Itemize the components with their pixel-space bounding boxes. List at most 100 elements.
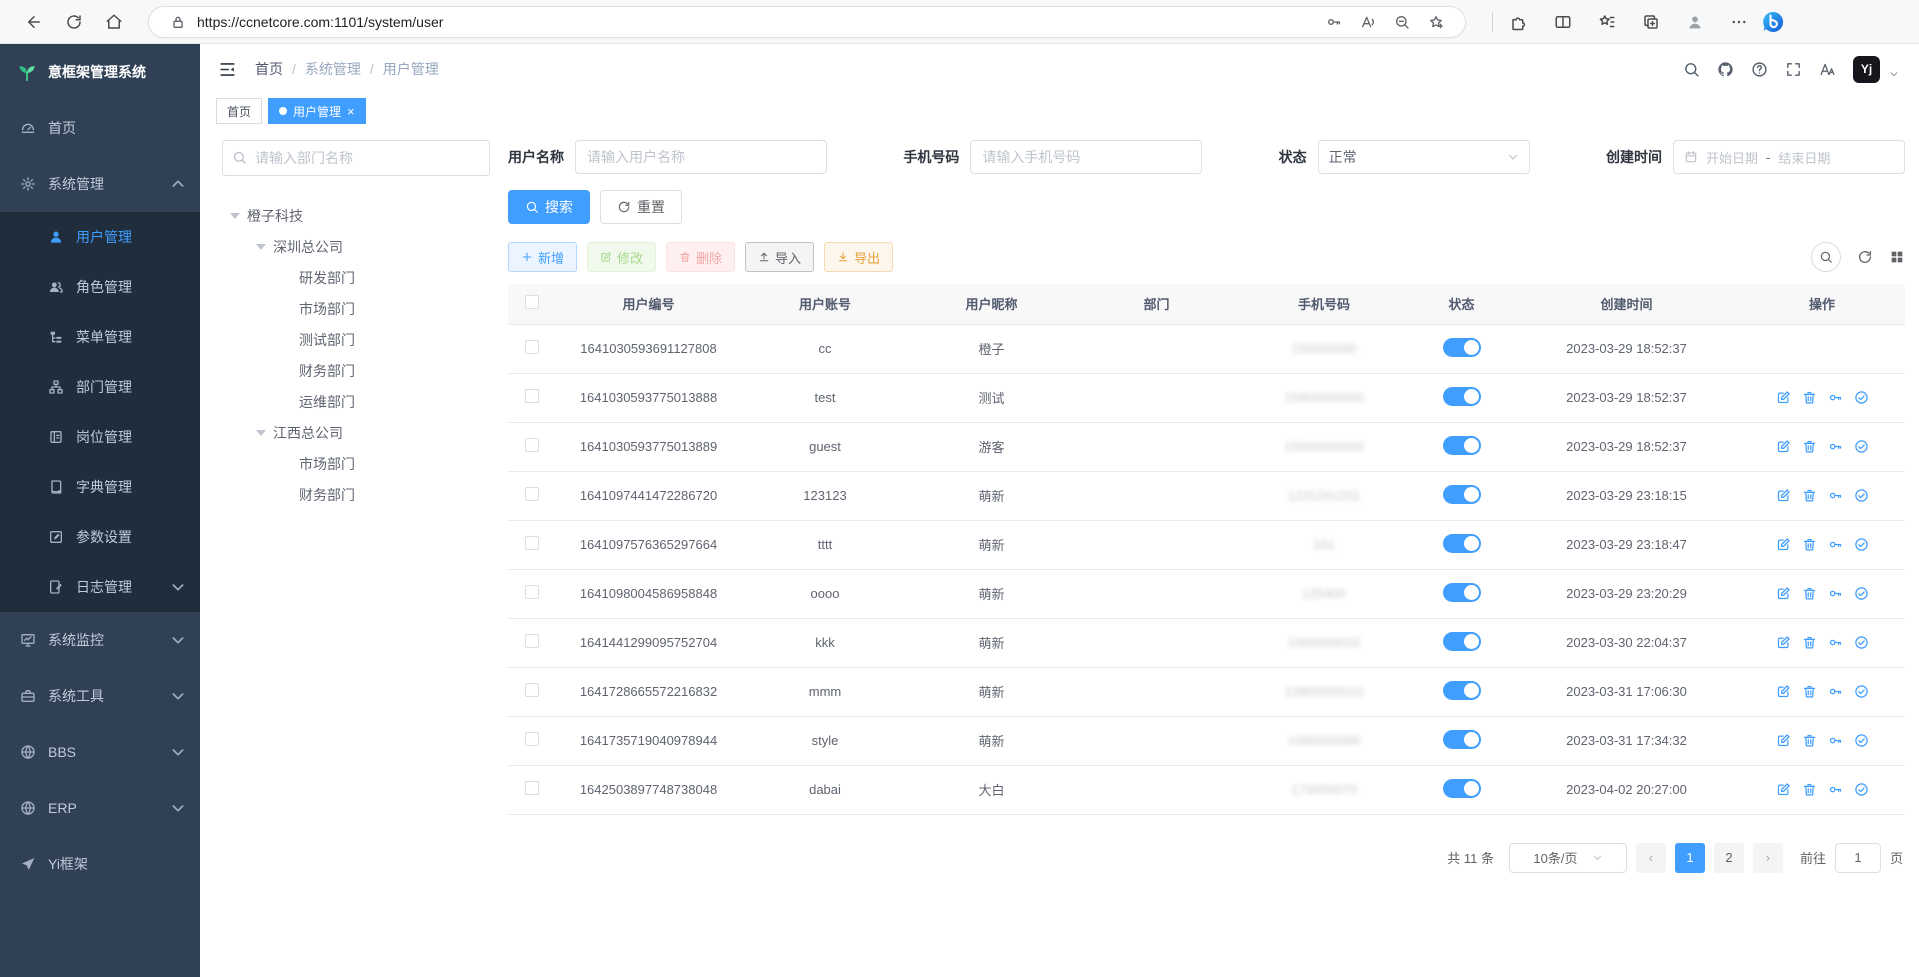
opdelete-icon[interactable] <box>1802 782 1817 797</box>
export-button[interactable]: 导出 <box>824 242 893 272</box>
tree-node[interactable]: 运维部门 <box>222 386 490 417</box>
opcheck-icon[interactable] <box>1854 537 1869 552</box>
sidebar-subitem[interactable]: 角色管理 <box>0 262 200 312</box>
sidebar-item[interactable]: Yi框架 <box>0 836 200 892</box>
extensions-icon[interactable] <box>1510 13 1528 31</box>
show-search-toggle[interactable] <box>1811 242 1841 272</box>
row-checkbox[interactable] <box>525 683 539 697</box>
status-toggle[interactable] <box>1443 485 1481 504</box>
opcheck-icon[interactable] <box>1854 439 1869 454</box>
delete-button[interactable]: 删除 <box>666 242 735 272</box>
opedit-icon[interactable] <box>1776 537 1791 552</box>
edit-button[interactable]: 修改 <box>587 242 656 272</box>
tree-node[interactable]: 橙子科技 <box>222 200 490 231</box>
status-toggle[interactable] <box>1443 681 1481 700</box>
breadcrumb-item[interactable]: 用户管理 <box>383 59 439 79</box>
sidebar-subitem[interactable]: 字典管理 <box>0 462 200 512</box>
opcheck-icon[interactable] <box>1854 586 1869 601</box>
fullscreen-icon[interactable] <box>1785 61 1802 78</box>
opcheck-icon[interactable] <box>1854 635 1869 650</box>
reset-button[interactable]: 重置 <box>600 190 682 224</box>
sidebar-item[interactable]: 首页 <box>0 100 200 156</box>
status-toggle[interactable] <box>1443 583 1481 602</box>
opcheck-icon[interactable] <box>1854 684 1869 699</box>
goto-page-input[interactable] <box>1835 843 1881 873</box>
sidebar-subitem[interactable]: 参数设置 <box>0 512 200 562</box>
github-icon[interactable] <box>1717 61 1734 78</box>
dept-search-input[interactable] <box>222 140 490 176</box>
row-checkbox[interactable] <box>525 634 539 648</box>
tree-expand-caret[interactable] <box>230 213 240 224</box>
row-checkbox[interactable] <box>525 585 539 599</box>
opdelete-icon[interactable] <box>1802 586 1817 601</box>
sidebar-subitem[interactable]: 日志管理 <box>0 562 200 612</box>
status-toggle[interactable] <box>1443 436 1481 455</box>
opcheck-icon[interactable] <box>1854 488 1869 503</box>
row-checkbox[interactable] <box>525 781 539 795</box>
opdelete-icon[interactable] <box>1802 488 1817 503</box>
row-checkbox[interactable] <box>525 389 539 403</box>
tree-node[interactable]: 研发部门 <box>222 262 490 293</box>
profile-avatar-icon[interactable] <box>1686 13 1704 31</box>
breadcrumb-item[interactable]: 首页 <box>255 59 283 79</box>
font-size-icon[interactable] <box>1819 61 1836 78</box>
tree-node[interactable]: 江西总公司 <box>222 417 490 448</box>
opedit-icon[interactable] <box>1776 390 1791 405</box>
breadcrumb-item[interactable]: 系统管理 <box>305 59 361 79</box>
row-checkbox[interactable] <box>525 487 539 501</box>
opdelete-icon[interactable] <box>1802 684 1817 699</box>
opedit-icon[interactable] <box>1776 439 1791 454</box>
tree-node[interactable]: 市场部门 <box>222 448 490 479</box>
status-select[interactable]: 正常 <box>1318 140 1530 174</box>
sidebar-item[interactable]: BBS <box>0 724 200 780</box>
add-favorite-icon[interactable] <box>1428 14 1444 30</box>
opkey-icon[interactable] <box>1828 586 1843 601</box>
opedit-icon[interactable] <box>1776 488 1791 503</box>
tab-close-icon[interactable]: × <box>347 105 355 118</box>
tab-item[interactable]: 首页 <box>216 98 262 124</box>
opkey-icon[interactable] <box>1828 537 1843 552</box>
opkey-icon[interactable] <box>1828 390 1843 405</box>
opkey-icon[interactable] <box>1828 635 1843 650</box>
import-button[interactable]: 导入 <box>745 242 814 272</box>
opdelete-icon[interactable] <box>1802 390 1817 405</box>
sidebar-item[interactable]: 系统监控 <box>0 612 200 668</box>
browser-back-icon[interactable] <box>25 13 43 31</box>
tree-node[interactable]: 财务部门 <box>222 355 490 386</box>
sidebar-subitem[interactable]: 部门管理 <box>0 362 200 412</box>
tree-expand-caret[interactable] <box>256 430 266 441</box>
status-toggle[interactable] <box>1443 534 1481 553</box>
opedit-icon[interactable] <box>1776 782 1791 797</box>
phone-input[interactable] <box>970 140 1202 174</box>
select-all-checkbox[interactable] <box>525 295 539 309</box>
tree-node[interactable]: 财务部门 <box>222 479 490 510</box>
row-checkbox[interactable] <box>525 732 539 746</box>
url-text[interactable]: https://ccnetcore.com:1101/system/user <box>197 14 443 30</box>
read-aloud-icon[interactable] <box>1360 14 1376 30</box>
opcheck-icon[interactable] <box>1854 390 1869 405</box>
opkey-icon[interactable] <box>1828 488 1843 503</box>
page-number-button[interactable]: 2 <box>1714 843 1744 873</box>
opedit-icon[interactable] <box>1776 635 1791 650</box>
zoom-out-icon[interactable] <box>1394 14 1410 30</box>
header-search-icon[interactable] <box>1683 61 1700 78</box>
copilot-icon[interactable] <box>1761 10 1785 34</box>
search-button[interactable]: 搜索 <box>508 190 590 224</box>
username-input[interactable] <box>575 140 827 174</box>
status-toggle[interactable] <box>1443 387 1481 406</box>
collections-icon[interactable] <box>1642 13 1660 31</box>
opdelete-icon[interactable] <box>1802 733 1817 748</box>
opedit-icon[interactable] <box>1776 684 1791 699</box>
page-size-select[interactable]: 10条/页 <box>1509 843 1627 873</box>
tree-expand-caret[interactable] <box>256 244 266 255</box>
opkey-icon[interactable] <box>1828 684 1843 699</box>
browser-refresh-icon[interactable] <box>65 13 83 31</box>
opkey-icon[interactable] <box>1828 439 1843 454</box>
opcheck-icon[interactable] <box>1854 782 1869 797</box>
tree-node[interactable]: 深圳总公司 <box>222 231 490 262</box>
status-toggle[interactable] <box>1443 338 1481 357</box>
favorites-icon[interactable] <box>1598 13 1616 31</box>
browser-menu-icon[interactable] <box>1730 13 1748 31</box>
sidebar-subitem[interactable]: 菜单管理 <box>0 312 200 362</box>
sidebar-subitem[interactable]: 岗位管理 <box>0 412 200 462</box>
